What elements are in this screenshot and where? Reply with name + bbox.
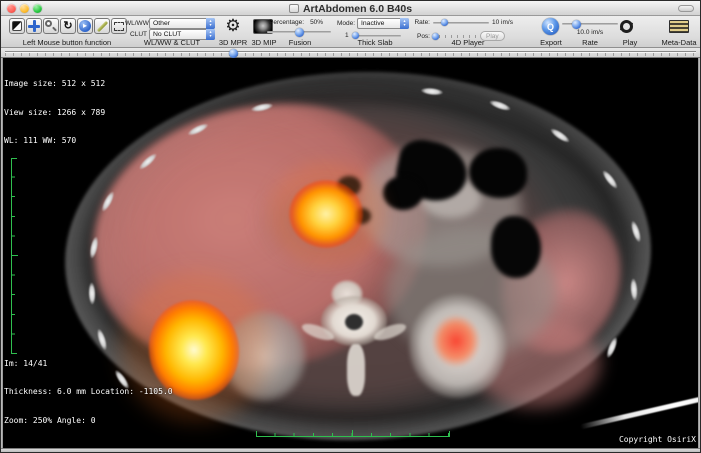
toolbar: ↻ ▸ Left Mouse button function WL/WW Oth… [1, 16, 700, 48]
rate-value: 10.0 im/s [561, 29, 619, 36]
horizontal-ruler [256, 432, 450, 440]
overlay-copyright: Copyright OsiriX [619, 435, 696, 445]
scrubber-track [5, 51, 696, 52]
4d-rate-label: Rate: [414, 19, 430, 26]
mouse-section-label: Left Mouse button function [9, 38, 125, 47]
measure-icon [96, 20, 107, 31]
contrast-icon [12, 21, 22, 31]
overlay-image-size: Image size: 512 x 512 [4, 79, 105, 89]
4d-rate-value: 10 im/s [492, 19, 513, 26]
overlay-image-index: Im: 14/41 [4, 359, 173, 369]
wlww-popup[interactable]: Other ▲▼ [149, 18, 215, 29]
4d-player-section-label: 4D Player [414, 38, 522, 47]
scrubber-thumb[interactable] [229, 49, 238, 58]
image-viewport[interactable]: Image size: 512 x 512 View size: 1266 x … [1, 58, 700, 448]
image-artifact-streak [580, 396, 700, 430]
section-play: Play [617, 16, 643, 48]
metadata-label: Meta-Data [659, 38, 699, 47]
fusion-percentage-label: Percentage: [269, 19, 304, 26]
4d-rate-slider-thumb[interactable] [441, 19, 448, 26]
title-bar: ArtAbdomen 6.0 B40s [1, 1, 700, 16]
window-right-edge [698, 58, 700, 448]
fusion-section-label: Fusion [263, 38, 337, 47]
slice-scrubber[interactable] [1, 48, 700, 58]
tool-scroll-button[interactable]: ▸ [77, 18, 93, 34]
thickslab-slider[interactable] [353, 35, 401, 37]
overlay-wl-ww: WL: 111 WW: 570 [4, 136, 105, 146]
rotate-icon: ↻ [63, 21, 72, 32]
overlay-top-left: Image size: 512 x 512 View size: 1266 x … [4, 60, 105, 165]
3d-mpr-label: 3D MPR [217, 38, 249, 47]
thickslab-mode-popup[interactable]: Inactive ▲▼ [357, 18, 409, 29]
rate-section-label: Rate [561, 38, 619, 47]
app-window: ArtAbdomen 6.0 B40s ↻ ▸ Left Mouse butto… [0, 0, 701, 453]
vertical-ruler [9, 158, 16, 354]
magnifier-icon [45, 20, 57, 32]
popup-arrows-icon: ▲▼ [400, 18, 409, 29]
section-rate: 10.0 im/s Rate [561, 16, 619, 48]
tool-contrast-button[interactable] [9, 18, 25, 34]
export-icon[interactable]: Q [542, 18, 559, 35]
ct-air-pocket [383, 176, 423, 210]
pet-hotspot-porta [289, 180, 363, 248]
roi-icon [114, 22, 124, 31]
section-4d-player: Rate: 10 im/s Pos: Play 4D Player [414, 16, 522, 48]
overlay-view-size: View size: 1266 x 789 [4, 108, 105, 118]
wlww-popup-value: Other [153, 20, 170, 27]
scrubber-ticks [5, 53, 696, 56]
wlww-section-label: WL/WW & CLUT [125, 38, 219, 47]
clut-popup-value: No CLUT [153, 31, 181, 38]
clut-label: CLUT [125, 31, 147, 38]
document-icon [289, 4, 299, 13]
section-3d-mpr: ⚙ 3D MPR [217, 16, 249, 48]
4d-rate-slider[interactable] [433, 22, 489, 24]
play-section-label: Play [617, 38, 643, 47]
overlay-thickness-location: Thickness: 6.0 mm Location: -1105.0 [4, 387, 173, 397]
fusion-percentage-value: 50% [310, 19, 323, 26]
section-wlww-clut: WL/WW Other ▲▼ CLUT No CLUT ▲▼ WL/WW & C… [125, 16, 219, 48]
thickslab-mode-label: Mode: [337, 20, 355, 27]
pet-hotspot-kidney [431, 314, 481, 368]
popup-arrows-icon: ▲▼ [206, 18, 215, 29]
toolbar-toggle-button[interactable] [678, 5, 694, 12]
play-icon[interactable] [620, 20, 633, 33]
window-title: ArtAbdomen 6.0 B40s [303, 3, 412, 15]
section-metadata: Meta-Data [659, 16, 699, 48]
pan-icon [28, 20, 40, 32]
window-left-edge [1, 58, 3, 448]
overlay-bottom-left: Im: 14/41 Thickness: 6.0 mm Location: -1… [4, 340, 173, 445]
fusion-slider[interactable] [267, 31, 331, 33]
tool-rotate-button[interactable]: ↻ [60, 18, 76, 34]
ct-spinous-process [347, 344, 365, 396]
tool-pan-button[interactable] [26, 18, 42, 34]
section-fusion: Percentage: 50% Fusion [263, 16, 337, 48]
metadata-icon[interactable] [669, 20, 689, 33]
rate-slider[interactable] [562, 23, 618, 25]
thickslab-mode-value: Inactive [361, 20, 384, 27]
thickslab-section-label: Thick Slab [337, 38, 413, 47]
window-bottom-edge [1, 448, 700, 453]
tool-measure-button[interactable] [94, 18, 110, 34]
section-thick-slab: Mode: Inactive ▲▼ 1 Thick Slab [337, 16, 413, 48]
section-mouse-function: ↻ ▸ Left Mouse button function [9, 16, 125, 48]
rate-slider-thumb[interactable] [572, 20, 581, 29]
overlay-zoom-angle: Zoom: 250% Angle: 0 [4, 416, 173, 426]
wlww-label: WL/WW [125, 20, 147, 27]
ct-spinal-canal [345, 314, 363, 330]
tool-zoom-button[interactable] [43, 18, 59, 34]
3d-mpr-icon[interactable]: ⚙ [225, 17, 240, 35]
fusion-slider-thumb[interactable] [295, 28, 304, 37]
scroll-series-icon: ▸ [79, 20, 91, 32]
ct-air-pocket [469, 148, 527, 198]
ct-air-pocket [491, 216, 541, 278]
